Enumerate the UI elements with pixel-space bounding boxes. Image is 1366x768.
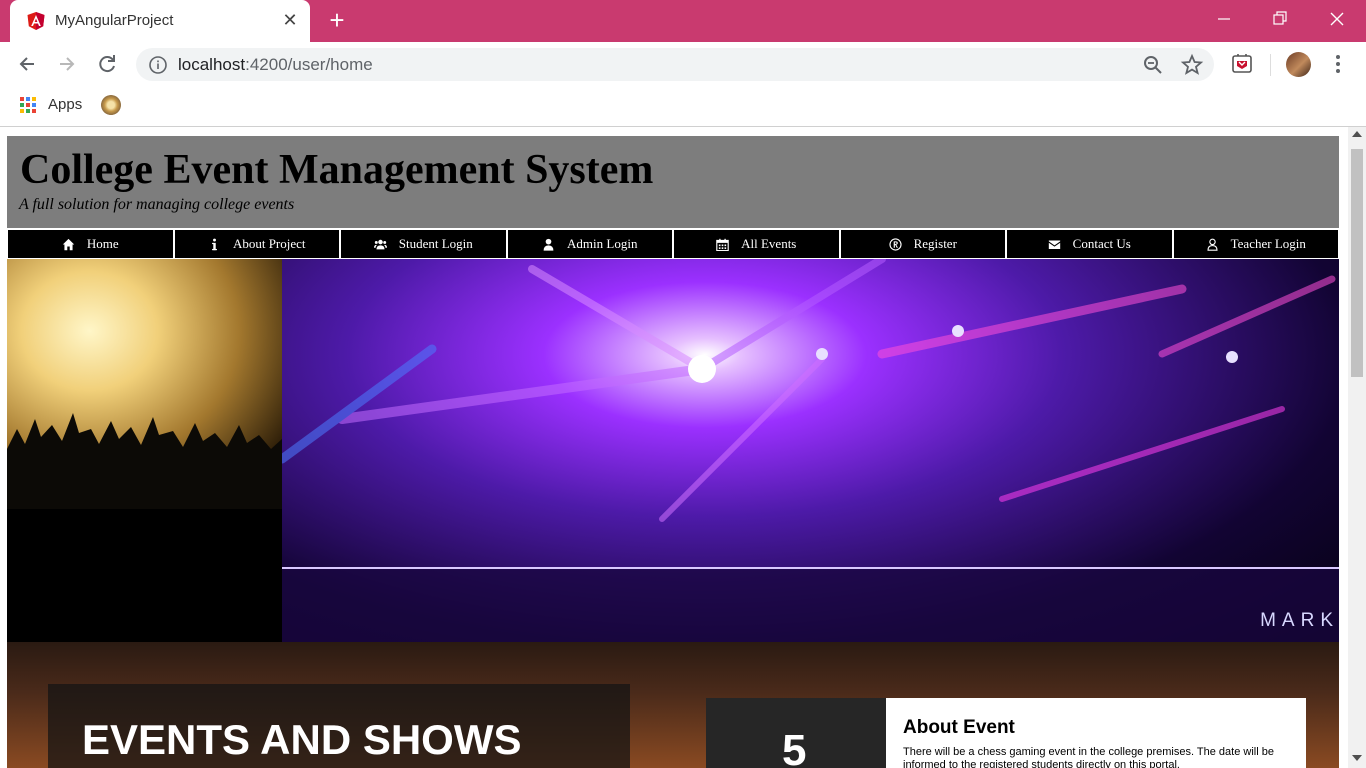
nav-item-teacher-login[interactable]: Teacher Login <box>1173 230 1338 258</box>
browser-toolbar: localhost:4200/user/home <box>0 42 1366 86</box>
crowd-silhouette <box>7 413 282 509</box>
nav-item-admin-login[interactable]: Admin Login <box>507 230 672 258</box>
page-title: College Event Management System <box>20 147 654 193</box>
nav-item-contact-us[interactable]: Contact Us <box>1007 230 1172 258</box>
url-text: localhost:4200/user/home <box>178 55 373 75</box>
about-event-card: About Event There will be a chess gaming… <box>886 698 1306 768</box>
page-viewport: College Event Management System A full s… <box>0 127 1348 768</box>
page-subtitle: A full solution for managing college eve… <box>19 196 295 213</box>
light-beams <box>282 259 1339 642</box>
toolbar-divider <box>1270 54 1271 76</box>
tab-close-icon[interactable]: ✕ <box>278 8 302 32</box>
scroll-down-arrow-icon[interactable] <box>1352 755 1362 761</box>
bookmark-favicon[interactable] <box>101 95 121 115</box>
apps-grid-icon[interactable] <box>20 97 36 113</box>
reload-icon[interactable] <box>92 50 122 78</box>
info-icon <box>212 238 217 250</box>
events-heading: EVENTS AND SHOWS <box>82 716 522 763</box>
bookmark-star-icon[interactable] <box>1180 53 1204 77</box>
nav-label: Teacher Login <box>1230 236 1306 251</box>
extension-icon[interactable] <box>1230 52 1254 76</box>
nav-label: Student Login <box>398 236 473 251</box>
calendar-icon <box>716 238 729 251</box>
nav-label: Contact Us <box>1072 236 1131 251</box>
event-count: 5 <box>782 726 807 768</box>
concert-stage-image: MARK <box>282 259 1339 642</box>
nav-item-about-project[interactable]: About Project <box>174 230 339 258</box>
bookmarks-bar: Apps <box>0 86 1366 127</box>
events-heading-panel: EVENTS AND SHOWS <box>48 684 630 768</box>
address-bar[interactable]: localhost:4200/user/home <box>136 48 1214 81</box>
home-icon <box>62 238 75 250</box>
apps-bookmark-label[interactable]: Apps <box>48 96 82 113</box>
nav-item-all-events[interactable]: All Events <box>674 230 839 258</box>
nav-item-home[interactable]: Home <box>8 230 173 258</box>
zoom-icon[interactable] <box>1142 54 1164 76</box>
events-section: EVENTS AND SHOWS 5 About Event There wil… <box>7 642 1339 768</box>
profile-avatar[interactable] <box>1286 52 1311 77</box>
chrome-menu-icon[interactable] <box>1330 52 1346 76</box>
scroll-thumb[interactable] <box>1351 149 1363 377</box>
user-outline-icon <box>1207 238 1218 251</box>
site-header: College Event Management System A full s… <box>7 136 1339 228</box>
new-tab-icon[interactable]: + <box>324 7 350 34</box>
site-info-icon[interactable] <box>148 55 168 75</box>
url-path: :4200/user/home <box>245 55 373 74</box>
nav-item-student-login[interactable]: Student Login <box>341 230 506 258</box>
nav-label: About Project <box>232 236 306 251</box>
forward-icon[interactable] <box>52 50 82 78</box>
users-icon <box>373 239 387 249</box>
crowd-image <box>7 259 282 642</box>
nav-label: Register <box>913 236 957 251</box>
page-scrollbar[interactable] <box>1348 127 1366 768</box>
browser-tab[interactable]: MyAngularProject ✕ <box>10 0 310 42</box>
close-window-icon[interactable] <box>1309 0 1365 38</box>
back-icon[interactable] <box>12 50 42 78</box>
about-event-text: There will be a chess gaming event in th… <box>903 746 1274 768</box>
hero-banner: MARK <box>7 259 1339 642</box>
tab-title: MyAngularProject <box>55 12 174 29</box>
url-host: localhost <box>178 55 246 74</box>
main-nav: Home About Project Student Login Admin L… <box>7 229 1339 259</box>
scroll-up-arrow-icon[interactable] <box>1352 131 1362 137</box>
event-count-box: 5 <box>706 698 886 768</box>
nav-label: Admin Login <box>567 236 638 251</box>
minimize-icon[interactable] <box>1196 0 1252 38</box>
angular-logo-icon <box>27 12 45 30</box>
about-event-title: About Event <box>903 717 1015 738</box>
nav-item-register[interactable]: Register <box>840 230 1005 258</box>
registered-icon <box>888 237 902 251</box>
envelope-icon <box>1048 239 1060 249</box>
user-icon <box>543 238 554 251</box>
nav-label: All Events <box>741 236 797 251</box>
image-watermark: MARK <box>1260 610 1339 631</box>
restore-icon[interactable] <box>1252 0 1308 38</box>
tab-strip: MyAngularProject ✕ + <box>0 0 1366 42</box>
nav-label: Home <box>86 236 119 251</box>
